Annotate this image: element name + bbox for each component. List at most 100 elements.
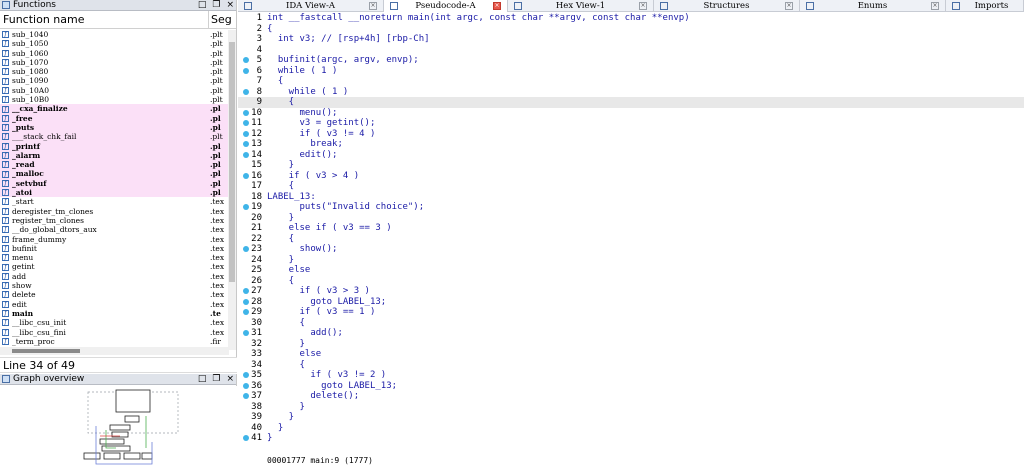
close-icon[interactable]: ×: [226, 374, 234, 385]
function-row[interactable]: f main .te: [0, 309, 228, 318]
function-row[interactable]: f frame_dummy .tex: [0, 235, 228, 244]
code-line[interactable]: 10 menu();: [238, 108, 1024, 119]
code-line[interactable]: 31 add();: [238, 328, 1024, 339]
function-row[interactable]: f edit .tex: [0, 300, 228, 309]
function-row[interactable]: f delete .tex: [0, 290, 228, 299]
code-line[interactable]: 11 v3 = getint();: [238, 118, 1024, 129]
function-row[interactable]: f _start .tex: [0, 197, 228, 206]
code-line[interactable]: 40 }: [238, 423, 1024, 434]
tab-hex-view-1[interactable]: Hex View-1 ×: [508, 0, 654, 12]
function-row[interactable]: f _malloc .pl: [0, 169, 228, 179]
function-row[interactable]: f ___stack_chk_fail .plt: [0, 132, 228, 142]
tab-close-icon[interactable]: ×: [369, 2, 377, 10]
function-row[interactable]: f _puts .pl: [0, 122, 228, 133]
function-row[interactable]: f sub_1040 .plt: [0, 30, 228, 39]
code-line[interactable]: 35 if ( v3 != 2 ): [238, 370, 1024, 381]
function-row[interactable]: f sub_1050 .plt: [0, 39, 228, 48]
code-line[interactable]: 37 delete();: [238, 391, 1024, 402]
code-line[interactable]: 8 while ( 1 ): [238, 87, 1024, 98]
function-row[interactable]: f show .tex: [0, 281, 228, 290]
tab-close-icon[interactable]: ×: [493, 2, 501, 10]
code-line[interactable]: 3 int v3; // [rsp+4h] [rbp-Ch]: [238, 34, 1024, 45]
function-row[interactable]: f sub_10B0 .plt: [0, 95, 228, 104]
code-line[interactable]: 39 }: [238, 412, 1024, 423]
code-line[interactable]: 21 else if ( v3 == 3 ): [238, 223, 1024, 234]
function-row[interactable]: f _setvbuf .pl: [0, 178, 228, 189]
vscroll-thumb[interactable]: [229, 42, 235, 282]
functions-vscrollbar[interactable]: [228, 30, 236, 350]
code-line[interactable]: 2{: [238, 24, 1024, 35]
close-icon[interactable]: ×: [226, 0, 234, 11]
column-header-segment[interactable]: Seg: [208, 10, 232, 29]
function-row[interactable]: f register_tm_clones .tex: [0, 216, 228, 225]
code-line[interactable]: 1 int __fastcall __noreturn main(int argc…: [238, 13, 1024, 24]
code-line[interactable]: 19 puts("Invalid choice");: [238, 202, 1024, 213]
code-line[interactable]: 15 }: [238, 160, 1024, 171]
function-row[interactable]: f sub_1060 .plt: [0, 49, 228, 58]
function-row[interactable]: f bufinit .tex: [0, 244, 228, 253]
function-row[interactable]: f add .tex: [0, 272, 228, 281]
function-row[interactable]: f _printf .pl: [0, 141, 228, 151]
restore-icon[interactable]: □: [198, 0, 207, 11]
tab-pseudocode-a[interactable]: Pseudocode-A ×: [384, 0, 508, 12]
function-row[interactable]: f sub_1090 .plt: [0, 76, 228, 85]
function-row[interactable]: f deregister_tm_clones .tex: [0, 207, 228, 216]
code-line[interactable]: 22 {: [238, 234, 1024, 245]
function-row[interactable]: f __libc_csu_fini .tex: [0, 328, 228, 337]
function-row[interactable]: f _alarm .pl: [0, 150, 228, 161]
code-line[interactable]: 29 if ( v3 == 1 ): [238, 307, 1024, 318]
code-line[interactable]: 27 if ( v3 > 3 ): [238, 286, 1024, 297]
code-line[interactable]: 5 bufinit(argc, argv, envp);: [238, 55, 1024, 66]
code-line[interactable]: 7 {: [238, 76, 1024, 87]
code-line[interactable]: 41}: [238, 433, 1024, 444]
code-line[interactable]: 17 {: [238, 181, 1024, 192]
function-row[interactable]: f sub_1070 .plt: [0, 58, 228, 67]
function-row[interactable]: f __libc_csu_init .tex: [0, 318, 228, 327]
function-row[interactable]: f menu .tex: [0, 253, 228, 262]
code-line[interactable]: 12 if ( v3 != 4 ): [238, 129, 1024, 140]
code-line[interactable]: 24 }: [238, 255, 1024, 266]
code-line[interactable]: 38 }: [238, 402, 1024, 413]
code-line[interactable]: 36 goto LABEL_13;: [238, 381, 1024, 392]
function-row[interactable]: f _free .pl: [0, 113, 228, 123]
code-line[interactable]: 23 show();: [238, 244, 1024, 255]
function-row[interactable]: f __do_global_dtors_aux .tex: [0, 225, 228, 234]
column-header-function-name[interactable]: Function name: [0, 13, 205, 26]
tab-close-icon[interactable]: ×: [931, 2, 939, 10]
graph-overview-canvas[interactable]: [0, 386, 237, 467]
function-row[interactable]: f sub_1080 .plt: [0, 67, 228, 76]
tab-enums[interactable]: Enums ×: [800, 0, 946, 12]
float-icon[interactable]: ❐: [212, 0, 220, 11]
tab-close-icon[interactable]: ×: [785, 2, 793, 10]
tab-close-icon[interactable]: ×: [639, 2, 647, 10]
code-line[interactable]: 20 }: [238, 213, 1024, 224]
code-line[interactable]: 16 if ( v3 > 4 ): [238, 171, 1024, 182]
function-row[interactable]: f _read .pl: [0, 160, 228, 170]
code-line[interactable]: 13 break;: [238, 139, 1024, 150]
function-row[interactable]: f _term_proc .fir: [0, 337, 228, 346]
tab-ida-view-a[interactable]: IDA View-A ×: [238, 0, 384, 12]
restore-icon[interactable]: □: [198, 374, 207, 385]
code-line[interactable]: 34 {: [238, 360, 1024, 371]
function-row[interactable]: f _atoi .pl: [0, 188, 228, 198]
code-line[interactable]: 33 else: [238, 349, 1024, 360]
pseudocode-view[interactable]: 1 int __fastcall __noreturn main(int argc…: [238, 13, 1024, 454]
code-line[interactable]: 32 }: [238, 339, 1024, 350]
code-line[interactable]: 26 {: [238, 276, 1024, 287]
code-line[interactable]: 18 LABEL_13:: [238, 192, 1024, 203]
code-line[interactable]: 30 {: [238, 318, 1024, 329]
function-row[interactable]: f getint .tex: [0, 262, 228, 271]
code-line[interactable]: 25 else: [238, 265, 1024, 276]
function-row[interactable]: f __cxa_finalize .pl: [0, 104, 228, 114]
code-line[interactable]: 14 edit();: [238, 150, 1024, 161]
tab-structures[interactable]: Structures ×: [654, 0, 800, 12]
functions-hscrollbar[interactable]: [0, 347, 229, 355]
tab-imports[interactable]: Imports: [946, 0, 1024, 12]
code-line[interactable]: 6 while ( 1 ): [238, 66, 1024, 77]
code-line[interactable]: 9 {: [238, 97, 1024, 108]
float-icon[interactable]: ❐: [212, 374, 220, 385]
code-line[interactable]: 28 goto LABEL_13;: [238, 297, 1024, 308]
hscroll-thumb[interactable]: [12, 349, 80, 353]
code-line[interactable]: 4: [238, 45, 1024, 56]
function-row[interactable]: f sub_10A0 .plt: [0, 86, 228, 95]
